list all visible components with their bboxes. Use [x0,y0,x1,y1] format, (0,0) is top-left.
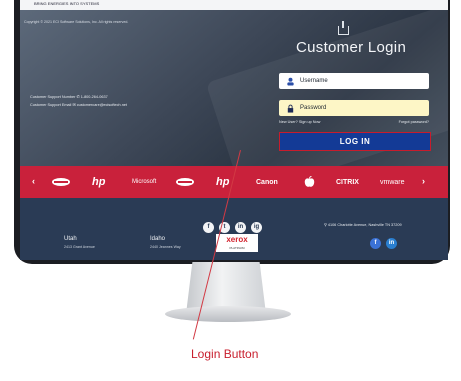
password-field[interactable]: Password [279,100,429,116]
callout-caption: Login Button [191,347,259,361]
brand-logo [50,166,72,198]
brand-logo: hp [216,176,230,188]
username-placeholder: Username [300,78,328,84]
brand-logo [174,166,196,198]
brand-logo: hp [92,176,106,188]
brand-logo: CITRIX [336,178,359,186]
instagram-icon[interactable]: ig [251,222,262,233]
panasonic-logo-icon [52,178,70,186]
location-idaho-address: 2440 Jeannes Way [150,245,181,249]
linkedin-round-icon[interactable]: in [386,238,397,249]
copyright-text: Copyright © 2021 ECI Software Solutions,… [24,20,129,24]
location-idaho: Idaho [150,236,166,242]
password-placeholder: Password [300,105,327,111]
forgot-password-link[interactable]: Forgot password? [399,120,429,124]
xerox-badge: xerox PLATINUM [216,234,258,252]
xerox-tier: PLATINUM [229,246,245,250]
carousel-prev-arrow[interactable]: ‹ [32,176,35,186]
support-info: Customer Support Number ✆ 1-800-264-0637… [30,94,127,110]
signup-link[interactable]: New User? Sign up Now [279,120,320,124]
facebook-round-icon[interactable]: f [370,238,381,249]
login-links: New User? Sign up Now Forgot password? [279,120,429,124]
login-button[interactable]: LOG IN [279,132,431,151]
screen: BRING ENERGIES INTO SYSTEMS Customer Log… [20,0,448,260]
facebook-icon[interactable]: f [203,222,214,233]
apple-logo-icon [304,166,315,198]
samsung-logo-icon [176,178,194,186]
support-email-label: Customer Support Email [30,103,72,107]
login-icon [338,21,349,35]
footer-address: ⚲ 4106 Charlotte Avenue, Nashville TN 37… [324,222,402,227]
username-field[interactable]: Username [279,73,429,89]
brand-logo: Microsoft [132,179,157,185]
carousel-next-arrow[interactable]: › [422,176,425,186]
lock-icon [287,104,294,113]
brand-logo: vmware [380,178,405,186]
support-number[interactable]: 1-800-264-0637 [81,95,108,99]
xerox-logo: xerox [226,235,248,244]
user-icon [287,77,294,86]
brand-logo: Canon [256,178,278,186]
header-tagline: BRING ENERGIES INTO SYSTEMS [34,1,100,6]
location-utah: Utah [64,236,77,242]
monitor-stand-base [165,306,291,322]
linkedin-icon[interactable]: in [235,222,246,233]
support-email[interactable]: customercare@ecisoftech.net [77,103,127,107]
top-bar: BRING ENERGIES INTO SYSTEMS [20,0,448,10]
support-number-label: Customer Support Number [30,95,76,99]
address-text: 4106 Charlotte Avenue, Nashville TN 3720… [327,223,402,227]
login-title: Customer Login [296,39,407,56]
location-utah-address: 2413 Grant Avenue [64,245,95,249]
